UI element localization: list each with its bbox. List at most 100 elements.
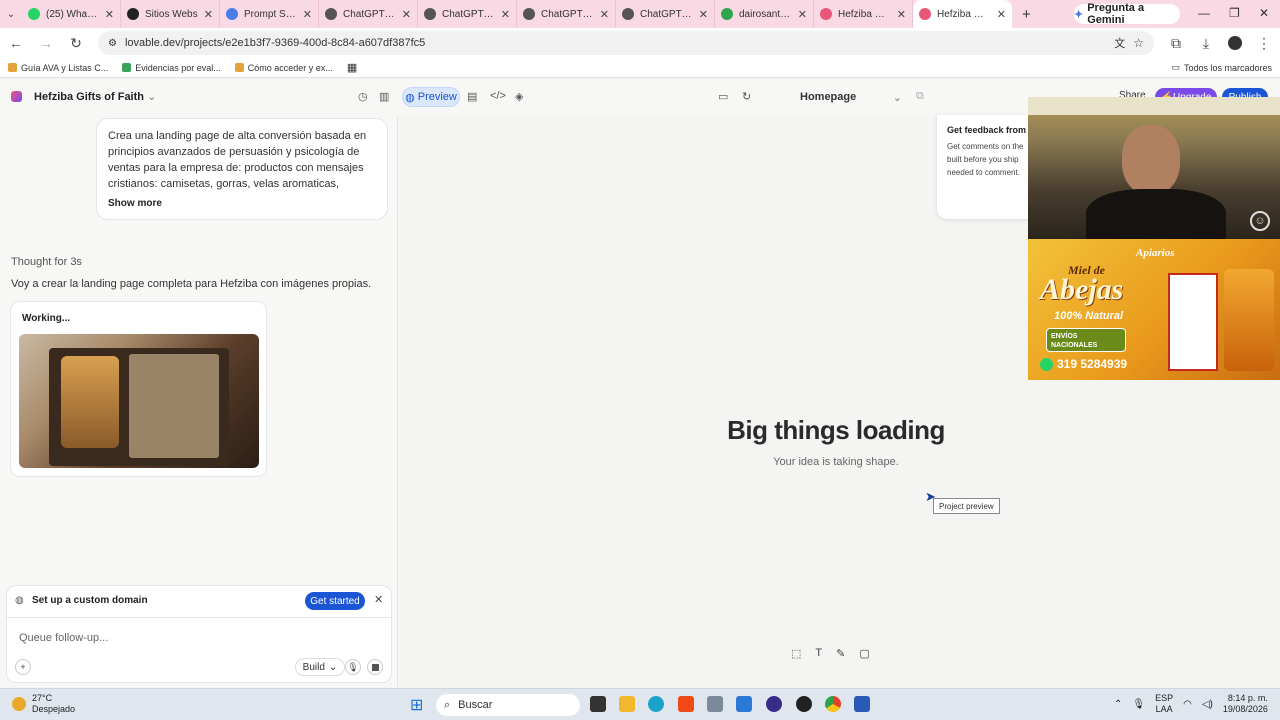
history-icon[interactable]: ◷ xyxy=(358,90,368,103)
word-icon[interactable] xyxy=(854,696,870,712)
build-mode-select[interactable]: Build ⌄ xyxy=(295,658,345,676)
stop-icon[interactable] xyxy=(367,659,383,675)
bookmark-label: Evidencias por eval... xyxy=(135,62,221,73)
code-icon[interactable]: </> xyxy=(490,90,506,102)
preview-tab[interactable]: ◍ Preview xyxy=(402,87,460,107)
thought-label[interactable]: Thought for 3s xyxy=(11,256,82,268)
chevron-up-icon[interactable]: ⌃ xyxy=(1114,699,1122,710)
tab-close-icon[interactable]: ✕ xyxy=(997,8,1006,21)
menu-icon[interactable]: ⋮ xyxy=(1256,35,1272,52)
browser-tab[interactable]: ChatGPT - Anál ✕ xyxy=(319,0,418,28)
bookmark-item[interactable]: Guía AVA y Listas C... xyxy=(8,63,108,73)
back-icon[interactable]: ← xyxy=(8,35,24,51)
minimize-icon[interactable]: — xyxy=(1198,6,1210,20)
follow-up-input[interactable]: Queue follow-up... xyxy=(19,632,108,644)
layers-icon[interactable]: ◈ xyxy=(515,90,523,103)
refresh-preview-icon[interactable]: ↻ xyxy=(742,90,751,103)
reload-icon[interactable]: ↻ xyxy=(68,35,84,52)
select-element-icon[interactable]: ⬚ xyxy=(791,647,801,660)
tab-title: Prompt Sitio W xyxy=(244,8,297,20)
snipping-tool-icon[interactable] xyxy=(707,696,723,712)
comment-icon[interactable]: ▢ xyxy=(859,647,869,660)
tab-search-icon[interactable]: ⌄ xyxy=(0,9,22,20)
file-icon[interactable]: ▤ xyxy=(467,90,477,103)
close-window-icon[interactable]: ✕ xyxy=(1259,6,1269,20)
microphone-icon[interactable]: 🎙 xyxy=(345,659,361,675)
all-bookmarks-folder[interactable]: ▭ Todos los marcadores xyxy=(1171,62,1272,73)
browser-tab[interactable]: ChatGPT - Cre ✕ xyxy=(616,0,715,28)
taskbar-search[interactable]: ⌕ Buscar xyxy=(436,694,580,716)
add-attachment-icon[interactable]: + xyxy=(15,659,31,675)
bookmark-item[interactable]: Evidencias por eval... xyxy=(122,63,221,73)
open-external-icon[interactable]: ⧉ xyxy=(916,90,924,103)
windows-start-icon[interactable]: ⊞ xyxy=(410,695,423,715)
volume-icon[interactable]: ◁) xyxy=(1202,699,1213,710)
weather-widget[interactable]: 27°C Despejado xyxy=(12,693,75,715)
pencil-icon[interactable]: ✎ xyxy=(836,647,845,660)
tab-close-icon[interactable]: ✕ xyxy=(303,8,312,21)
bookmark-item[interactable]: Cómo acceder y ex... xyxy=(234,63,333,73)
browser-tab[interactable]: ChatGPT - Can ✕ xyxy=(517,0,616,28)
bookmarks-bar: Guía AVA y Listas C... Evidencias por ev… xyxy=(0,58,1280,78)
browser-tab[interactable]: Prompt Sitio W ✕ xyxy=(220,0,319,28)
generated-image[interactable] xyxy=(19,334,259,468)
tab-favicon-icon xyxy=(820,8,832,20)
tab-favicon-icon xyxy=(127,8,139,20)
file-explorer-icon[interactable] xyxy=(619,696,635,712)
ad-line3: 100% Natural xyxy=(1054,310,1124,322)
language-indicator[interactable]: ESP LAA xyxy=(1155,693,1173,715)
maximize-icon[interactable]: ❐ xyxy=(1229,6,1240,20)
close-icon[interactable]: ✕ xyxy=(374,593,383,606)
microphone-icon[interactable]: 🎙 xyxy=(1132,699,1145,710)
brave-icon[interactable] xyxy=(678,696,694,712)
show-more-button[interactable]: Show more xyxy=(108,198,162,209)
text-tool-icon[interactable]: T xyxy=(815,647,822,660)
clock[interactable]: 8:14 p. m. 19/08/2026 xyxy=(1223,693,1268,715)
search-icon: ⌕ xyxy=(444,698,451,711)
lovable-logo-icon[interactable] xyxy=(11,91,22,102)
edge-icon[interactable] xyxy=(648,696,664,712)
tab-close-icon[interactable]: ✕ xyxy=(600,8,609,21)
tab-close-icon[interactable]: ✕ xyxy=(798,8,807,21)
bookmark-star-icon[interactable]: ☆ xyxy=(1133,36,1144,50)
task-view-icon[interactable] xyxy=(590,696,606,712)
site-info-icon[interactable]: ⚙ xyxy=(108,38,117,49)
download-icon[interactable]: ⤓ xyxy=(1198,35,1214,52)
tab-close-icon[interactable]: ✕ xyxy=(402,8,411,21)
browser-tab[interactable]: (25) WhatsApp ✕ xyxy=(22,0,121,28)
tab-close-icon[interactable]: ✕ xyxy=(699,8,708,21)
sidebar-toggle-icon[interactable]: ▥ xyxy=(379,90,389,103)
browser-tab[interactable]: ChatGPT - Seg ✕ xyxy=(418,0,517,28)
browser-tab[interactable]: dairosantos Sit ✕ xyxy=(715,0,814,28)
tab-favicon-icon xyxy=(28,8,40,20)
new-tab-button[interactable]: + xyxy=(1022,6,1031,23)
tab-favicon-icon xyxy=(325,8,337,20)
get-started-button[interactable]: Get started xyxy=(305,592,365,610)
tab-close-icon[interactable]: ✕ xyxy=(105,8,114,21)
davinci-icon[interactable] xyxy=(796,696,812,712)
working-label: Working... xyxy=(22,313,71,324)
ceiling-light xyxy=(1028,97,1280,115)
browser-tab[interactable]: Hefziba Gifts d ✕ xyxy=(913,0,1012,28)
app-icon[interactable] xyxy=(736,696,752,712)
chrome-icon[interactable] xyxy=(825,696,841,712)
browser-tab[interactable]: Sitios Webs ✕ xyxy=(121,0,220,28)
extensions-icon[interactable]: ⧉ xyxy=(1168,35,1184,52)
project-name[interactable]: Hefziba Gifts of Faith ⌄ xyxy=(34,90,156,103)
translate-icon[interactable]: 文 xyxy=(1114,35,1125,51)
tab-close-icon[interactable]: ✕ xyxy=(501,8,510,21)
browser-tab[interactable]: Hefziba Gifts d ✕ xyxy=(814,0,913,28)
tab-close-icon[interactable]: ✕ xyxy=(897,8,906,21)
profile-avatar[interactable] xyxy=(1228,36,1242,50)
gemini-label: Pregunta a Gemini xyxy=(1087,2,1145,26)
tab-close-icon[interactable]: ✕ xyxy=(204,8,213,21)
wifi-icon[interactable]: ◠ xyxy=(1183,699,1192,710)
page-selector[interactable]: Homepage ⌄ xyxy=(800,91,902,104)
tab-favicon-icon xyxy=(424,8,436,20)
apps-grid-icon[interactable]: ▦ xyxy=(347,61,357,74)
gemini-button[interactable]: ✦ Pregunta a Gemini xyxy=(1074,2,1180,26)
device-icon[interactable]: ▭ xyxy=(718,90,728,103)
url-input[interactable]: ⚙ lovable.dev/projects/e2e1b3f7-9369-400… xyxy=(98,31,1154,55)
forward-icon[interactable]: → xyxy=(38,35,54,51)
obs-icon[interactable] xyxy=(766,696,782,712)
